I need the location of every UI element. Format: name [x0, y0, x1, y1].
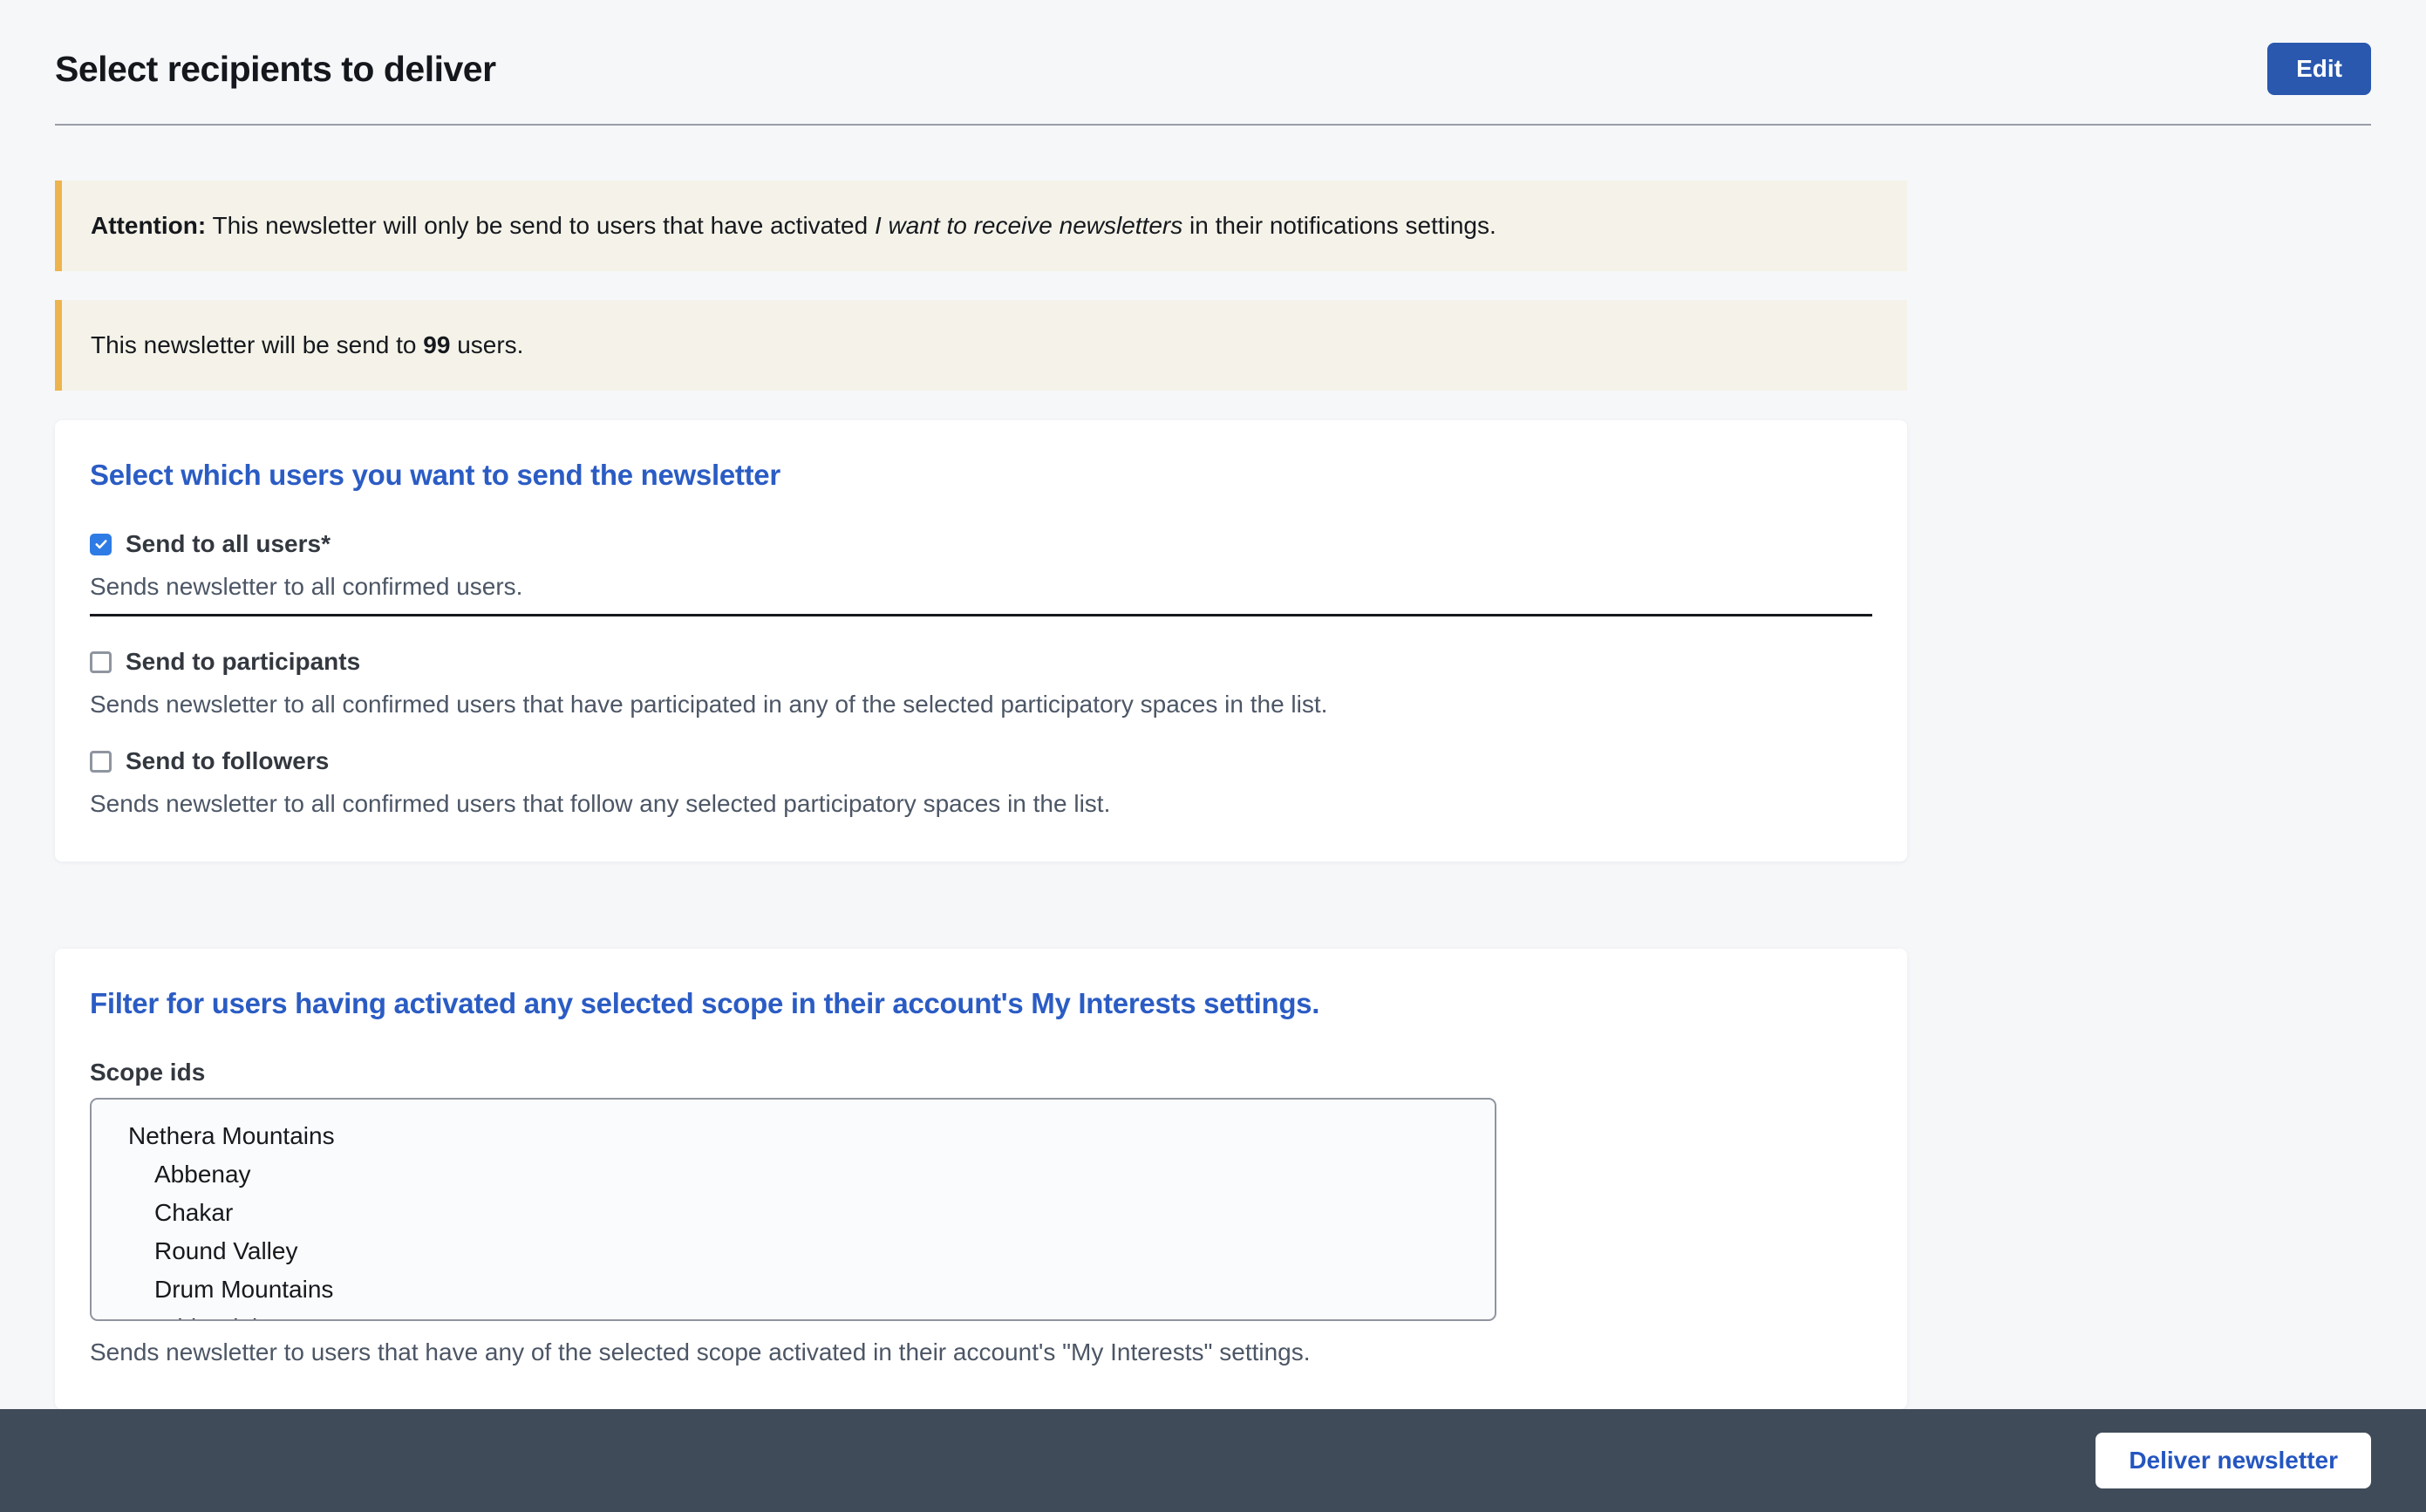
scope-option[interactable]: Nethera Mountains — [128, 1122, 1495, 1161]
main-content: Attention: This newsletter will only be … — [55, 126, 1907, 1409]
checkbox-row: Send to followers — [90, 747, 1872, 775]
checkbox-label[interactable]: Send to all users* — [126, 530, 331, 558]
scope-filter-description: Sends newsletter to users that have any … — [90, 1335, 1872, 1369]
checked-checkbox[interactable] — [90, 534, 112, 555]
attention-label: Attention: — [91, 212, 206, 239]
checkbox-label[interactable]: Send to participants — [126, 648, 360, 676]
footer-bar: Deliver newsletter — [0, 1409, 2426, 1512]
recipient-options-list: Send to all users* Sends newsletter to al… — [90, 530, 1872, 821]
scope-option[interactable]: Chakar — [128, 1199, 1495, 1237]
edit-button[interactable]: Edit — [2267, 43, 2371, 95]
unchecked-checkbox[interactable] — [90, 751, 112, 773]
option-description: Sends newsletter to all confirmed users … — [90, 787, 1872, 821]
scope-filter-card: Filter for users having activated any se… — [55, 949, 1907, 1409]
deliver-newsletter-button[interactable]: Deliver newsletter — [2095, 1433, 2371, 1488]
recipient-count-callout: This newsletter will be send to 99 users… — [55, 300, 1907, 391]
recipients-card: Select which users you want to send the … — [55, 420, 1907, 862]
recipient-count-value: 99 — [423, 331, 450, 358]
scope-options-list: Nethera MountainsAbbenayChakarRound Vall… — [92, 1100, 1495, 1321]
page-title: Select recipients to deliver — [55, 49, 496, 90]
scope-option[interactable]: Round Valley — [128, 1237, 1495, 1276]
recipients-card-title: Select which users you want to send the … — [90, 459, 1872, 492]
option-description: Sends newsletter to all confirmed users. — [90, 569, 1872, 616]
checkbox-row: Send to participants — [90, 648, 1872, 676]
scope-ids-label: Scope ids — [90, 1059, 1872, 1086]
attention-emphasis: I want to receive newsletters — [875, 212, 1182, 239]
recipient-option: Send to followers Sends newsletter to all… — [90, 747, 1872, 821]
recipient-option: Send to participants Sends newsletter to … — [90, 648, 1872, 721]
page-header: Select recipients to deliver Edit — [55, 43, 2371, 95]
checkbox-label[interactable]: Send to followers — [126, 747, 329, 775]
check-icon — [93, 536, 109, 552]
scope-ids-listbox[interactable]: Nethera MountainsAbbenayChakarRound Vall… — [90, 1098, 1496, 1321]
scope-option[interactable]: Drum Mountains — [128, 1276, 1495, 1314]
attention-callout: Attention: This newsletter will only be … — [55, 180, 1907, 271]
recipient-option: Send to all users* Sends newsletter to al… — [90, 530, 1872, 616]
attention-callout-text: Attention: This newsletter will only be … — [91, 208, 1872, 244]
unchecked-checkbox[interactable] — [90, 651, 112, 673]
checkbox-row: Send to all users* — [90, 530, 1872, 558]
page: Select recipients to deliver Edit Attent… — [0, 0, 2426, 1512]
scope-filter-card-title: Filter for users having activated any se… — [90, 987, 1872, 1020]
scope-option[interactable]: Wide Plains — [128, 1314, 1495, 1321]
scope-option[interactable]: Abbenay — [128, 1161, 1495, 1199]
option-description: Sends newsletter to all confirmed users … — [90, 687, 1872, 721]
recipient-count-text: This newsletter will be send to 99 users… — [91, 327, 1872, 364]
